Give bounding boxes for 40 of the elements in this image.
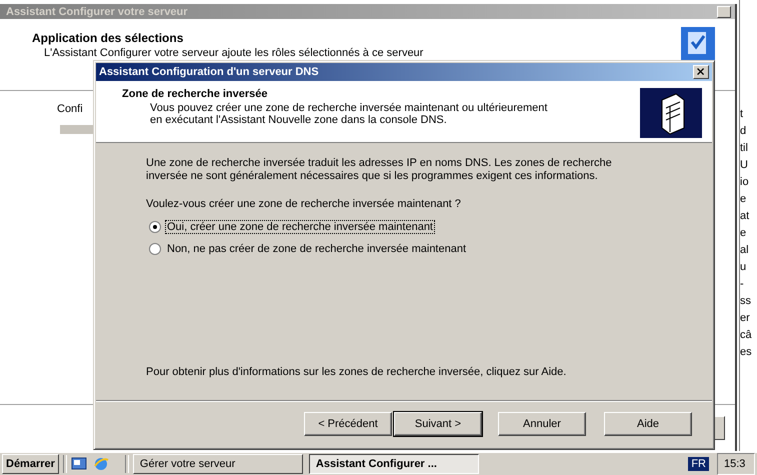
radio-button[interactable] bbox=[149, 243, 161, 255]
start-button[interactable]: Démarrer bbox=[2, 454, 59, 474]
desktop-icon[interactable] bbox=[70, 456, 87, 472]
page-subtitle: Vous pouvez créer une zone de recherche inversée maintenant ou ultérieurement en exécutant l'Assistant Nouvelle zone dans la console DNS. bbox=[150, 102, 548, 126]
partial-text: e bbox=[740, 226, 748, 241]
partial-text: es bbox=[740, 345, 753, 360]
partial-text: câ bbox=[740, 328, 753, 343]
partial-text: d bbox=[740, 124, 748, 139]
partial-text: at bbox=[740, 209, 750, 224]
clock-text: 15:3 bbox=[717, 453, 755, 475]
taskbar-button[interactable]: Gérer votre serveur bbox=[132, 454, 303, 474]
partial-text: e bbox=[740, 192, 748, 207]
taskbar-button[interactable]: Assistant Configurer ... bbox=[308, 454, 479, 474]
question-text: Voulez-vous créer une zone de recherche inversée maintenant ? bbox=[146, 198, 462, 210]
dialog-title: Assistant Configuration d'un serveur DNS bbox=[99, 66, 319, 78]
partial-text: U bbox=[740, 158, 749, 173]
window-title: Assistant Configurer votre serveur bbox=[6, 6, 188, 18]
radio-label[interactable]: Oui, créer une zone de recherche inversée maintenant bbox=[166, 221, 434, 233]
checklist-icon bbox=[681, 27, 715, 63]
wizard-button[interactable]: Aide bbox=[604, 412, 692, 436]
radio-label[interactable]: Non, ne pas créer de zone de recherche inversée maintenant bbox=[166, 243, 468, 255]
partial-text: al bbox=[740, 243, 750, 258]
partial-text: t bbox=[740, 107, 744, 122]
wizard-button[interactable]: < Précédent bbox=[304, 412, 392, 436]
partial-text: io bbox=[740, 175, 750, 190]
partial-text: - bbox=[740, 277, 745, 292]
partial-text: til bbox=[740, 141, 749, 156]
page-heading: Application des sélections bbox=[32, 31, 184, 45]
wizard-button[interactable]: Suivant > bbox=[394, 412, 482, 436]
partial-text: er bbox=[740, 311, 751, 326]
partial-text: ss bbox=[740, 294, 752, 309]
language-indicator[interactable]: FR bbox=[688, 457, 709, 471]
status-label: Confi bbox=[57, 103, 83, 115]
wizard-button[interactable]: Annuler bbox=[498, 412, 586, 436]
description-text: Une zone de recherche inversée traduit les adresses IP en noms DNS. Les zones de recherche inversée ne sont généralement nécessaires que si les programmes exigent ces informations. bbox=[146, 157, 613, 183]
partial-text: u bbox=[740, 260, 748, 275]
help-text: Pour obtenir plus d'informations sur les zones de recherche inversée, cliquez sur Aide. bbox=[146, 366, 568, 378]
page-subtitle: L'Assistant Configurer votre serveur ajoute les rôles sélectionnés à ce serveur bbox=[44, 47, 424, 59]
page-heading: Zone de recherche inversée bbox=[122, 88, 269, 100]
radio-button[interactable] bbox=[149, 221, 161, 233]
